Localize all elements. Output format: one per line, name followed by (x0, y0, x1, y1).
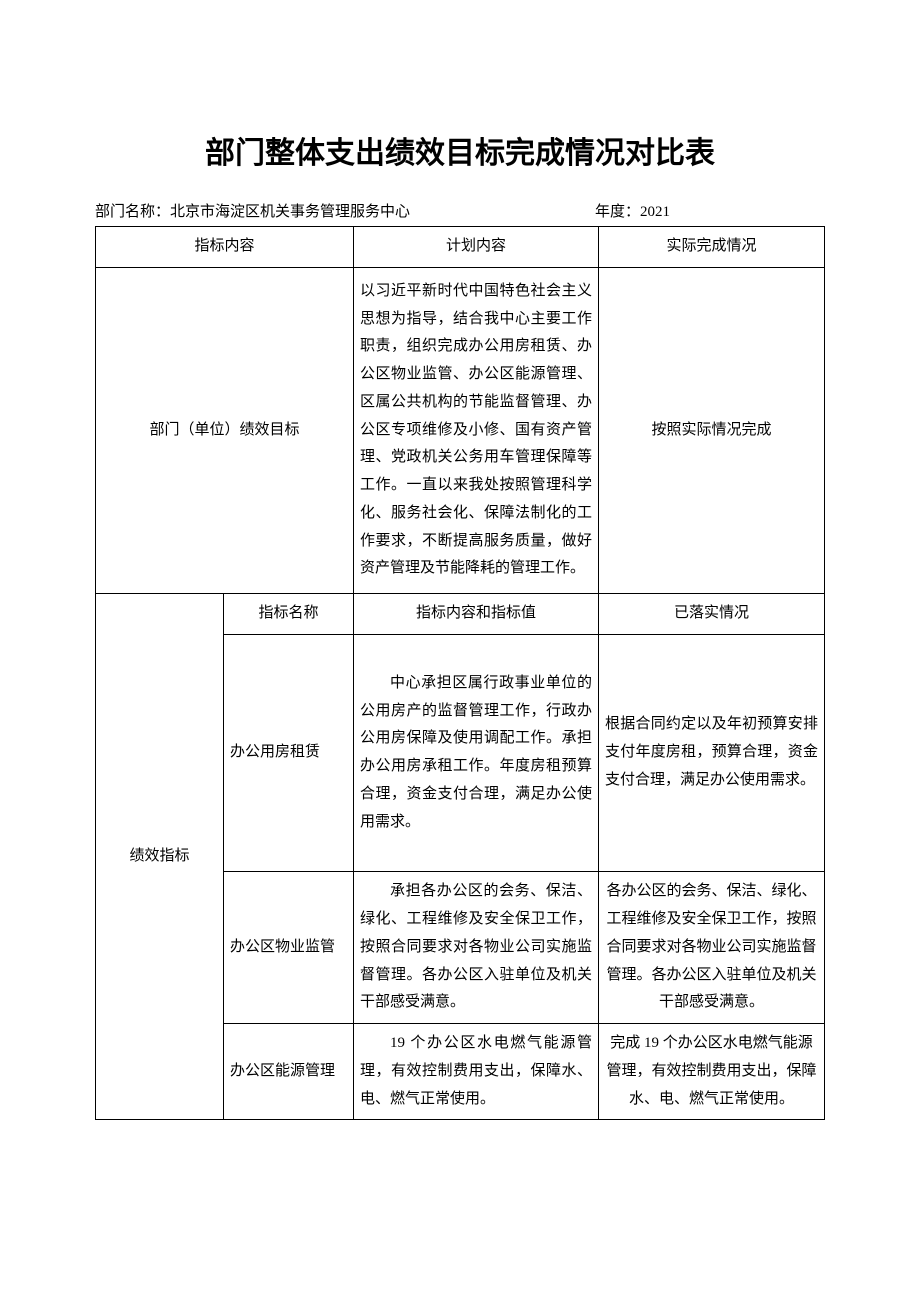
indicator-content-cell: 中心承担区属行政事业单位的公用房产的监督管理工作，行政办公用房保障及使用调配工作… (354, 634, 599, 872)
indicator-status-cell: 根据合同约定以及年初预算安排支付年度房租，预算合理，资金支付合理，满足办公使用需… (599, 634, 825, 872)
indicator-name-cell: 办公用房租赁 (224, 634, 354, 872)
indicator-content-text: 19 个办公区水电燃气能源管理，有效控制费用支出，保障水、电、燃气正常使用。 (360, 1030, 592, 1113)
meta-row: 部门名称：北京市海淀区机关事务管理服务中心 年度：2021 (95, 200, 825, 224)
comparison-table: 指标内容 计划内容 实际完成情况 部门（单位）绩效目标 以习近平新时代中国特色社… (95, 226, 825, 1120)
page-title: 部门整体支出绩效目标完成情况对比表 (95, 130, 825, 178)
header-indicator-name: 指标名称 (224, 594, 354, 635)
year-label: 年度： (595, 204, 640, 220)
dept-goal-label: 部门（单位）绩效目标 (96, 267, 354, 593)
header-implemented-status: 已落实情况 (599, 594, 825, 635)
year: 年度：2021 (595, 200, 825, 224)
table-header-row: 指标内容 计划内容 实际完成情况 (96, 227, 825, 268)
header-indicator-content-value: 指标内容和指标值 (354, 594, 599, 635)
indicator-content-text: 中心承担区属行政事业单位的公用房产的监督管理工作，行政办公用房保障及使用调配工作… (360, 670, 592, 837)
dept-goal-actual: 按照实际情况完成 (599, 267, 825, 593)
dept-goal-row: 部门（单位）绩效目标 以习近平新时代中国特色社会主义思想为指导，结合我中心主要工… (96, 267, 825, 593)
header-actual-status: 实际完成情况 (599, 227, 825, 268)
performance-indicator-label: 绩效指标 (96, 594, 224, 1120)
dept-value: 北京市海淀区机关事务管理服务中心 (170, 204, 410, 220)
indicator-content-cell: 19 个办公区水电燃气能源管理，有效控制费用支出，保障水、电、燃气正常使用。 (354, 1024, 599, 1120)
dept-name: 部门名称：北京市海淀区机关事务管理服务中心 (95, 200, 595, 224)
header-indicator-content: 指标内容 (96, 227, 354, 268)
header-plan-content: 计划内容 (354, 227, 599, 268)
dept-goal-plan: 以习近平新时代中国特色社会主义思想为指导，结合我中心主要工作职责，组织完成办公用… (354, 267, 599, 593)
indicator-name-cell: 办公区物业监管 (224, 872, 354, 1024)
dept-label: 部门名称： (95, 204, 170, 220)
indicator-content-text: 承担各办公区的会务、保洁、绿化、工程维修及安全保卫工作，按照合同要求对各物业公司… (360, 878, 592, 1017)
indicator-status-cell: 各办公区的会务、保洁、绿化、工程维修及安全保卫工作，按照合同要求对各物业公司实施… (599, 872, 825, 1024)
indicator-status-cell: 完成 19 个办公区水电燃气能源管理，有效控制费用支出，保障水、电、燃气正常使用… (599, 1024, 825, 1120)
sub-header-row: 绩效指标 指标名称 指标内容和指标值 已落实情况 (96, 594, 825, 635)
indicator-content-cell: 承担各办公区的会务、保洁、绿化、工程维修及安全保卫工作，按照合同要求对各物业公司… (354, 872, 599, 1024)
indicator-name-cell: 办公区能源管理 (224, 1024, 354, 1120)
year-value: 2021 (640, 204, 670, 220)
